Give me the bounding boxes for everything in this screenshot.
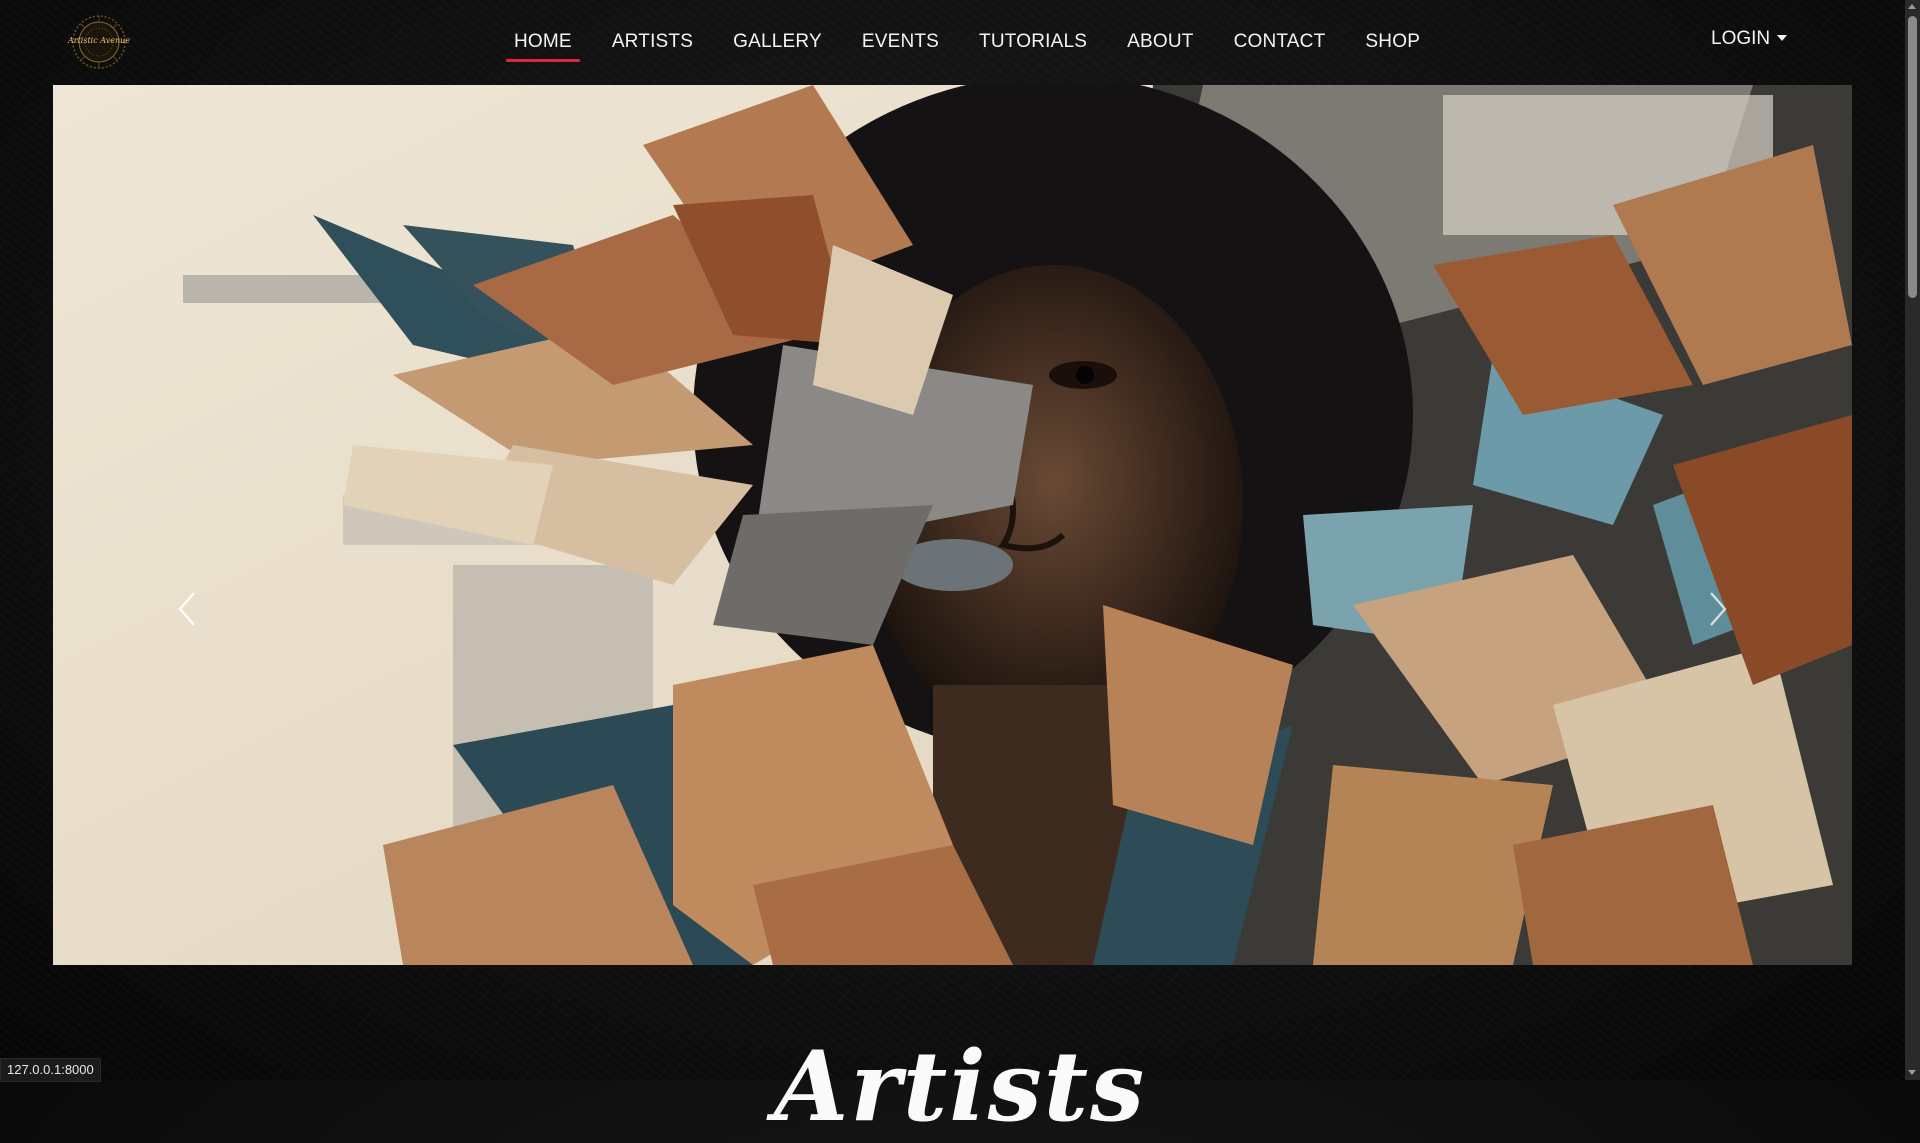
chevron-left-icon xyxy=(178,592,195,626)
nav-artists[interactable]: ARTISTS xyxy=(592,0,713,84)
nav-contact[interactable]: CONTACT xyxy=(1214,0,1346,84)
login-label: LOGIN xyxy=(1711,28,1771,49)
login-dropdown[interactable]: LOGIN xyxy=(1711,28,1788,50)
page-scrollbar[interactable] xyxy=(1905,0,1920,1080)
site-logo[interactable]: Artistic Avenue xyxy=(64,14,134,70)
scroll-thumb[interactable] xyxy=(1908,16,1917,298)
status-bar-url: 127.0.0.1:8000 xyxy=(0,1058,101,1082)
nav-about[interactable]: ABOUT xyxy=(1107,0,1213,84)
nav-home[interactable]: HOME xyxy=(494,0,592,84)
hero-collage-image xyxy=(53,85,1852,965)
hero-carousel xyxy=(53,85,1852,965)
nav-events[interactable]: EVENTS xyxy=(842,0,959,84)
caret-down-icon xyxy=(1777,35,1788,41)
scroll-down-icon[interactable] xyxy=(1908,1070,1916,1075)
chevron-right-icon xyxy=(1710,592,1727,626)
section-heading: Artists xyxy=(773,1030,1147,1143)
main-nav: HOME ARTISTS GALLERY EVENTS TUTORIALS AB… xyxy=(494,0,1440,84)
scroll-up-icon[interactable] xyxy=(1908,4,1916,9)
navbar: Artistic Avenue HOME ARTISTS GALLERY EVE… xyxy=(0,0,1900,84)
nav-tutorials[interactable]: TUTORIALS xyxy=(959,0,1107,84)
carousel-prev-button[interactable] xyxy=(167,585,207,633)
carousel-next-button[interactable] xyxy=(1698,585,1738,633)
logo-text: Artistic Avenue xyxy=(67,36,131,45)
nav-shop[interactable]: SHOP xyxy=(1345,0,1440,84)
nav-gallery[interactable]: GALLERY xyxy=(713,0,842,84)
